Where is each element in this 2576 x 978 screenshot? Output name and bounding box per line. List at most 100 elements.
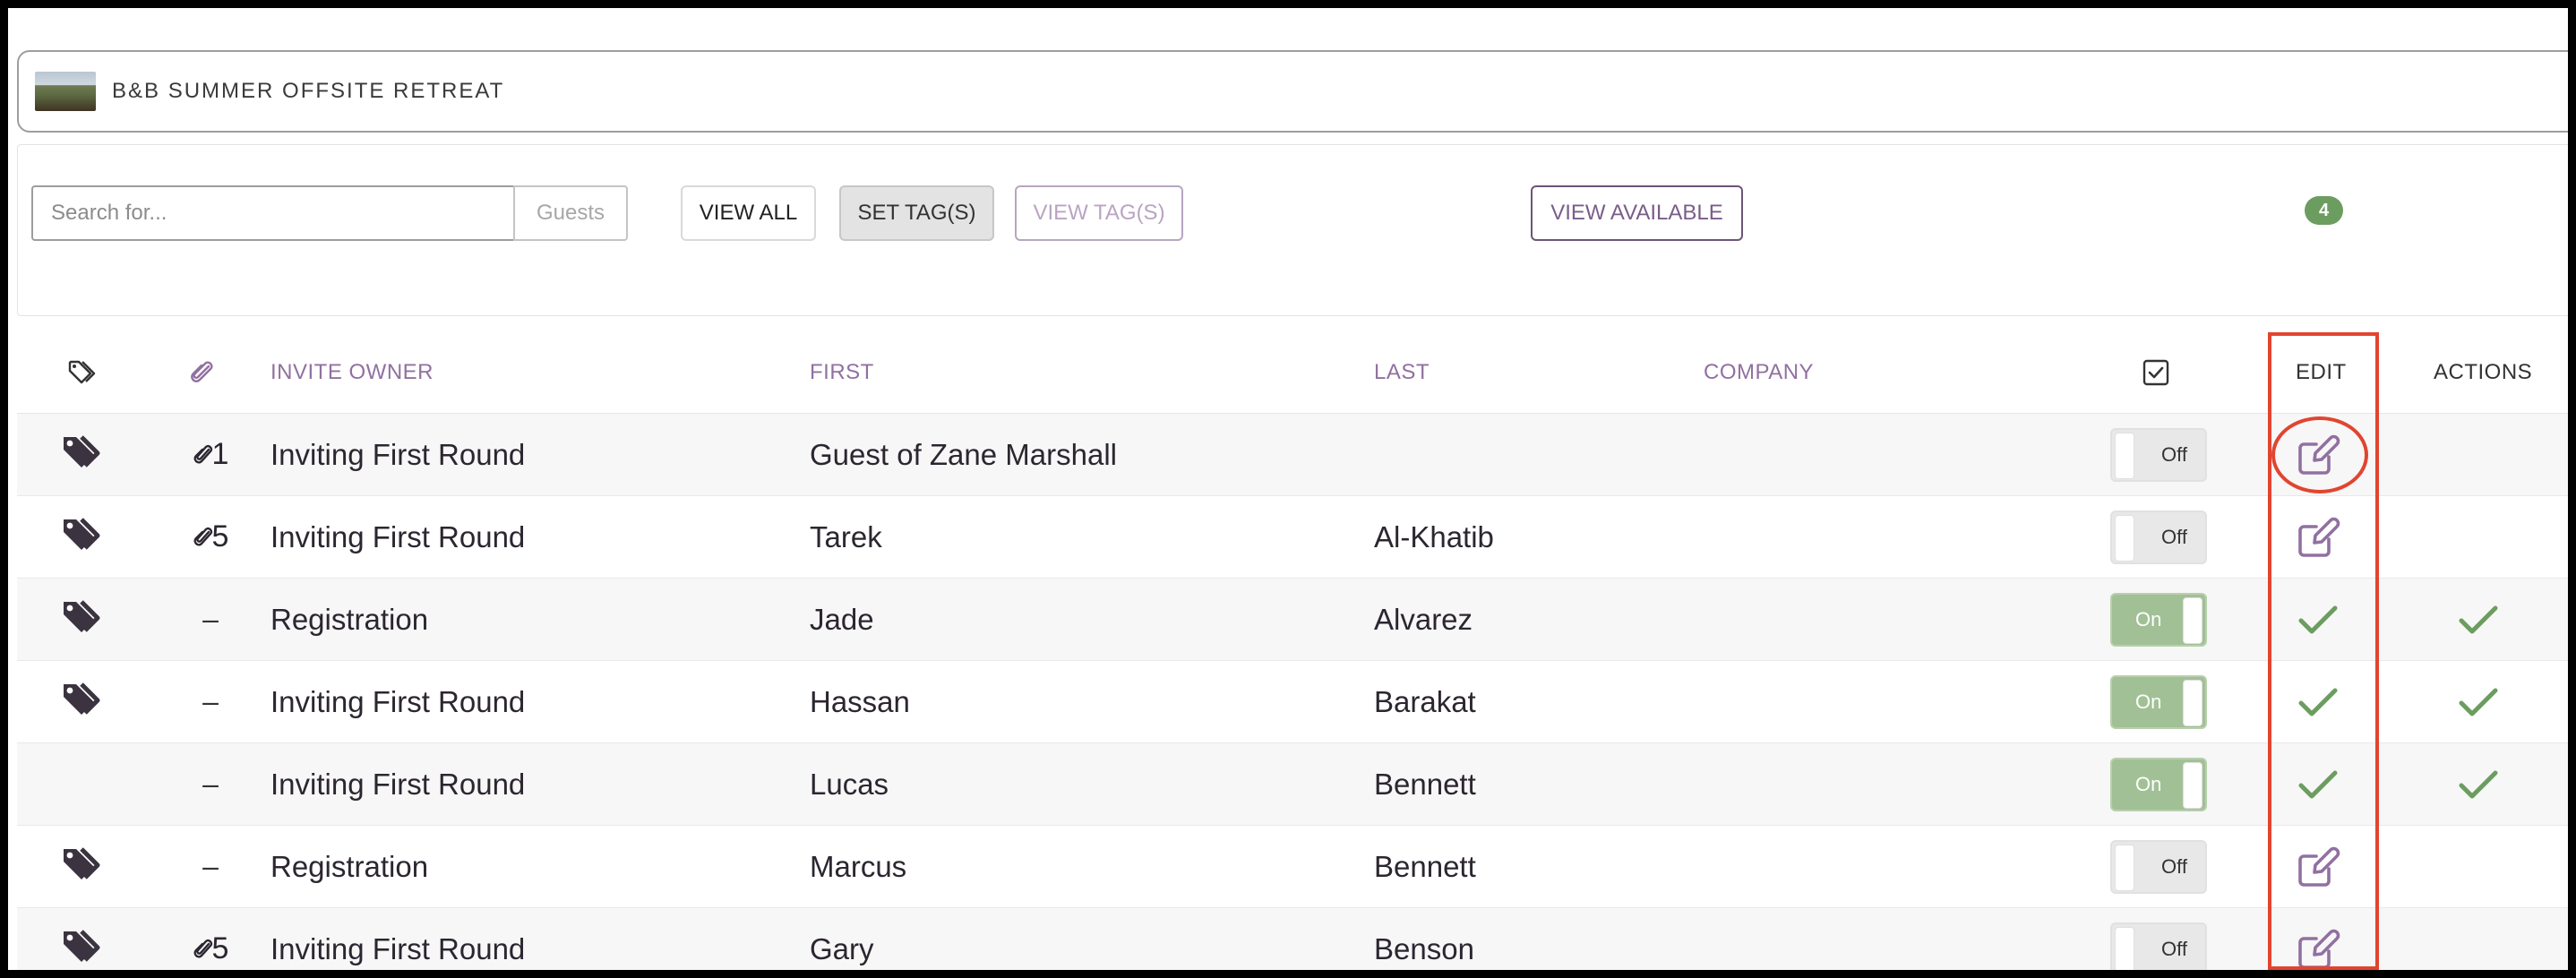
status-toggle[interactable]: On — [2110, 674, 2207, 729]
invite-owner-cell: Registration — [270, 602, 429, 636]
header-company[interactable]: COMPANY — [1704, 332, 1814, 413]
search-input[interactable] — [31, 185, 513, 241]
tag-icon[interactable] — [60, 433, 110, 476]
invite-owner-cell: Inviting First Round — [270, 684, 526, 718]
toggle-label: Off — [2161, 937, 2187, 960]
tag-icon[interactable] — [60, 516, 110, 559]
toggle-label: Off — [2161, 442, 2187, 466]
tag-cell[interactable] — [58, 579, 112, 660]
toggle-knob — [2183, 679, 2202, 726]
table-row[interactable]: – Registration Marcus Bennett Off — [17, 826, 2568, 908]
first-name-cell: Lucas — [810, 767, 889, 801]
invite-owner-cell: Inviting First Round — [270, 437, 526, 471]
event-header[interactable]: B&B SUMMER OFFSITE RETREAT — [17, 50, 2568, 133]
edit-cell[interactable] — [2291, 579, 2345, 660]
actions-cell — [2451, 826, 2505, 907]
actions-cell — [2451, 414, 2505, 495]
edit-icon[interactable] — [2293, 924, 2343, 971]
search-group: Guests — [31, 185, 629, 241]
status-toggle[interactable]: Off — [2110, 510, 2207, 564]
status-toggle[interactable]: Off — [2110, 922, 2207, 970]
status-toggle-cell: Off — [2110, 826, 2207, 907]
edit-icon[interactable] — [2293, 512, 2343, 562]
toggle-label: On — [2135, 772, 2162, 795]
attachments-cell: – — [175, 661, 246, 742]
attachments-cell: – — [175, 579, 246, 660]
view-tags-button[interactable]: VIEW TAG(S) — [1015, 185, 1183, 241]
toggle-knob — [2183, 761, 2202, 809]
check-icon — [2457, 684, 2500, 720]
table-row[interactable]: – Registration Jade Alvarez On — [17, 579, 2568, 661]
table-row[interactable]: 5 Inviting First Round Tarek Al-Khatib Off — [17, 496, 2568, 579]
status-toggle[interactable]: On — [2110, 592, 2207, 647]
view-all-button[interactable]: VIEW ALL — [681, 185, 816, 241]
last-name-cell: Bennett — [1374, 849, 1476, 883]
event-title: B&B SUMMER OFFSITE RETREAT — [112, 79, 505, 103]
status-toggle-cell: Off — [2110, 496, 2207, 578]
header-first[interactable]: FIRST — [810, 332, 874, 413]
tag-icon[interactable] — [60, 845, 110, 888]
paperclip-icon — [193, 524, 214, 551]
paperclip-icon[interactable] — [187, 332, 216, 413]
toggle-label: On — [2135, 690, 2162, 713]
actions-cell — [2451, 908, 2505, 970]
edit-cell[interactable] — [2291, 496, 2345, 578]
attachments-cell[interactable]: 5 — [175, 496, 246, 578]
table-row[interactable]: – Inviting First Round Lucas Bennett On — [17, 743, 2568, 826]
edit-icon[interactable] — [2293, 842, 2343, 892]
tag-icon[interactable] — [60, 598, 110, 641]
set-tags-button[interactable]: SET TAG(S) — [839, 185, 994, 241]
attachment-count: 5 — [211, 519, 229, 553]
header-last[interactable]: LAST — [1374, 332, 1430, 413]
last-name-cell: Benson — [1374, 931, 1474, 965]
check-icon — [2457, 767, 2500, 802]
checkbox-icon[interactable] — [2142, 332, 2170, 413]
toggle-knob — [2115, 514, 2134, 562]
first-name-cell: Guest of Zane Marshall — [810, 437, 1117, 471]
view-available-button[interactable]: VIEW AVAILABLE — [1531, 185, 1743, 241]
header-actions: ACTIONS — [2434, 360, 2533, 384]
edit-icon[interactable] — [2293, 430, 2343, 480]
invite-owner-cell: Inviting First Round — [270, 767, 526, 801]
table-row[interactable]: 5 Inviting First Round Gary Benson Off — [17, 908, 2568, 970]
attachments-cell[interactable]: 1 — [175, 414, 246, 495]
toggle-knob — [2115, 844, 2134, 891]
edit-cell[interactable] — [2291, 661, 2345, 742]
tag-cell[interactable] — [58, 496, 112, 578]
tag-cell[interactable] — [58, 661, 112, 742]
status-toggle[interactable]: On — [2110, 757, 2207, 811]
invite-owner-cell: Inviting First Round — [270, 931, 526, 965]
edit-cell[interactable] — [2291, 743, 2345, 825]
toggle-label: On — [2135, 607, 2162, 631]
table-row[interactable]: 1 Inviting First Round Guest of Zane Marsh… — [17, 414, 2568, 496]
check-icon — [2297, 767, 2340, 802]
status-toggle-cell: Off — [2110, 908, 2207, 970]
toggle-knob — [2115, 432, 2134, 479]
tag-icon[interactable] — [60, 681, 110, 724]
first-name-cell: Gary — [810, 931, 874, 965]
header-invite-owner[interactable]: INVITE OWNER — [270, 332, 434, 413]
count-badge: 4 — [2305, 196, 2343, 225]
toggle-label: Off — [2161, 854, 2187, 878]
status-toggle[interactable]: Off — [2110, 427, 2207, 482]
invite-owner-cell: Inviting First Round — [270, 519, 526, 553]
check-icon — [2297, 602, 2340, 638]
attachments-cell[interactable]: 5 — [175, 908, 246, 970]
status-toggle-cell: Off — [2110, 414, 2207, 495]
tag-cell[interactable] — [58, 826, 112, 907]
last-name-cell: Barakat — [1374, 684, 1476, 718]
tag-cell[interactable] — [58, 414, 112, 495]
tag-icon[interactable] — [60, 928, 110, 971]
tag-cell[interactable] — [58, 743, 112, 825]
status-toggle-cell: On — [2110, 743, 2207, 825]
status-toggle[interactable]: Off — [2110, 839, 2207, 894]
attachment-count: – — [202, 685, 219, 717]
search-scope-label[interactable]: Guests — [513, 185, 629, 241]
edit-cell[interactable] — [2291, 414, 2345, 495]
edit-cell[interactable] — [2291, 908, 2345, 970]
tag-outline-icon[interactable] — [67, 332, 99, 413]
table-row[interactable]: – Inviting First Round Hassan Barakat On — [17, 661, 2568, 743]
edit-cell[interactable] — [2291, 826, 2345, 907]
guest-table-body: 1 Inviting First Round Guest of Zane Marsh… — [17, 414, 2568, 970]
tag-cell[interactable] — [58, 908, 112, 970]
